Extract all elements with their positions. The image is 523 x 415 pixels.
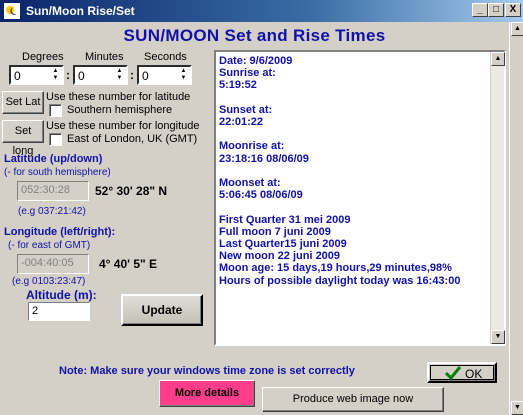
set-long-text: Use these number for longitude	[46, 120, 200, 132]
result-line: Moonset at:	[219, 177, 281, 189]
timezone-note: Note: Make sure your windows time zone i…	[59, 365, 355, 377]
east-of-london-checkbox[interactable]	[49, 133, 62, 146]
sun-moon-icon	[4, 3, 20, 19]
latitude-title: Latitude (up/down)	[4, 153, 103, 165]
altitude-input[interactable]: 2	[28, 302, 90, 321]
result-line: First Quarter 31 mei 2009	[219, 213, 351, 226]
results-scrollbar[interactable]: ▲ ▼	[490, 52, 505, 344]
minutes-value: 0	[78, 69, 85, 83]
results-textarea[interactable]: Date: 9/6/2009 Sunrise at: 5:19:52 Sunset a…	[214, 50, 506, 346]
minimize-button[interactable]: _	[472, 3, 488, 17]
window-scrollbar[interactable]: ▲ ▼	[509, 22, 523, 415]
close-button[interactable]: X	[505, 3, 521, 17]
longitude-input[interactable]: -004:40:05	[17, 254, 89, 274]
result-line: Hours of possible daylight today was 16:…	[219, 274, 461, 287]
result-line: Sunset at:	[219, 103, 273, 116]
result-line: Last Quarter15 juni 2009	[219, 238, 347, 250]
maximize-button[interactable]: □	[488, 3, 504, 17]
latitude-dms: 52° 30' 28" N	[95, 184, 168, 198]
result-line: Moon age: 15 days,19 hours,29 minutes,98…	[219, 262, 452, 275]
window-title: Sun/Moon Rise/Set	[26, 4, 135, 18]
set-lat-button[interactable]: Set Lat	[2, 91, 44, 114]
seconds-value: 0	[142, 69, 149, 83]
result-line: 5:06:45 08/06/09	[219, 189, 303, 202]
result-line: 22:01:22	[219, 116, 264, 128]
scroll-down-icon[interactable]: ▼	[511, 401, 523, 415]
title-bar[interactable]: Sun/Moon Rise/Set _ □ X	[0, 0, 523, 22]
longitude-hint: (- for east of GMT)	[8, 240, 91, 251]
spinner-arrows-icon[interactable]: ▲ ▼	[114, 68, 125, 83]
southern-hemisphere-checkbox[interactable]	[49, 104, 62, 117]
result-line: Date: 9/6/2009	[219, 55, 293, 67]
altitude-title: Altitude (m):	[26, 288, 97, 302]
degrees-label: Degrees	[22, 51, 64, 63]
result-line: New moon 22 juni 2009	[219, 250, 341, 263]
degrees-spinner[interactable]: 0 ▲ ▼	[9, 65, 64, 85]
checkmark-icon	[445, 366, 461, 380]
scroll-up-icon[interactable]: ▲	[491, 52, 505, 66]
longitude-example: (e.g 0103:23:47)	[12, 276, 86, 287]
latitude-example: (e.g 037:21:42)	[18, 206, 86, 217]
separator: :	[66, 68, 70, 82]
update-button[interactable]: Update	[121, 294, 203, 326]
ok-button[interactable]: OK	[427, 362, 497, 383]
minutes-spinner[interactable]: 0 ▲ ▼	[73, 65, 128, 85]
ok-label: OK	[465, 367, 483, 381]
more-details-button[interactable]: More details	[159, 380, 255, 407]
result-line: Full moon 7 juni 2009	[219, 225, 331, 238]
seconds-spinner[interactable]: 0 ▲ ▼	[137, 65, 192, 85]
produce-web-image-button[interactable]: Produce web image now	[262, 387, 444, 412]
minutes-label: Minutes	[85, 51, 124, 63]
degrees-value: 0	[14, 69, 21, 83]
set-long-button[interactable]: Set long	[2, 120, 44, 157]
latitude-hint: (- for south hemisphere)	[4, 167, 111, 178]
latitude-input[interactable]: 052:30:28	[17, 181, 89, 201]
southern-hemisphere-label: Southern hemisphere	[67, 104, 173, 116]
result-line: 5:19:52	[219, 79, 257, 92]
longitude-title: Longitude (left/right):	[4, 226, 116, 238]
longitude-dms: 4° 40' 5" E	[99, 257, 158, 271]
scroll-up-icon[interactable]: ▲	[511, 22, 523, 36]
result-line: Sunrise at:	[219, 67, 276, 80]
set-lat-text: Use these number for latitude	[46, 91, 191, 103]
result-line: 23:18:16 08/06/09	[219, 152, 309, 165]
result-line: Moonrise at:	[219, 140, 285, 153]
app-heading: SUN/MOON Set and Rise Times	[123, 26, 386, 45]
east-of-london-label: East of London, UK (GMT)	[67, 133, 198, 145]
scroll-down-icon[interactable]: ▼	[491, 330, 505, 344]
spinner-arrows-icon[interactable]: ▲ ▼	[178, 68, 189, 83]
seconds-label: Seconds	[144, 51, 187, 63]
separator: :	[130, 68, 134, 82]
spinner-arrows-icon[interactable]: ▲ ▼	[50, 68, 61, 83]
